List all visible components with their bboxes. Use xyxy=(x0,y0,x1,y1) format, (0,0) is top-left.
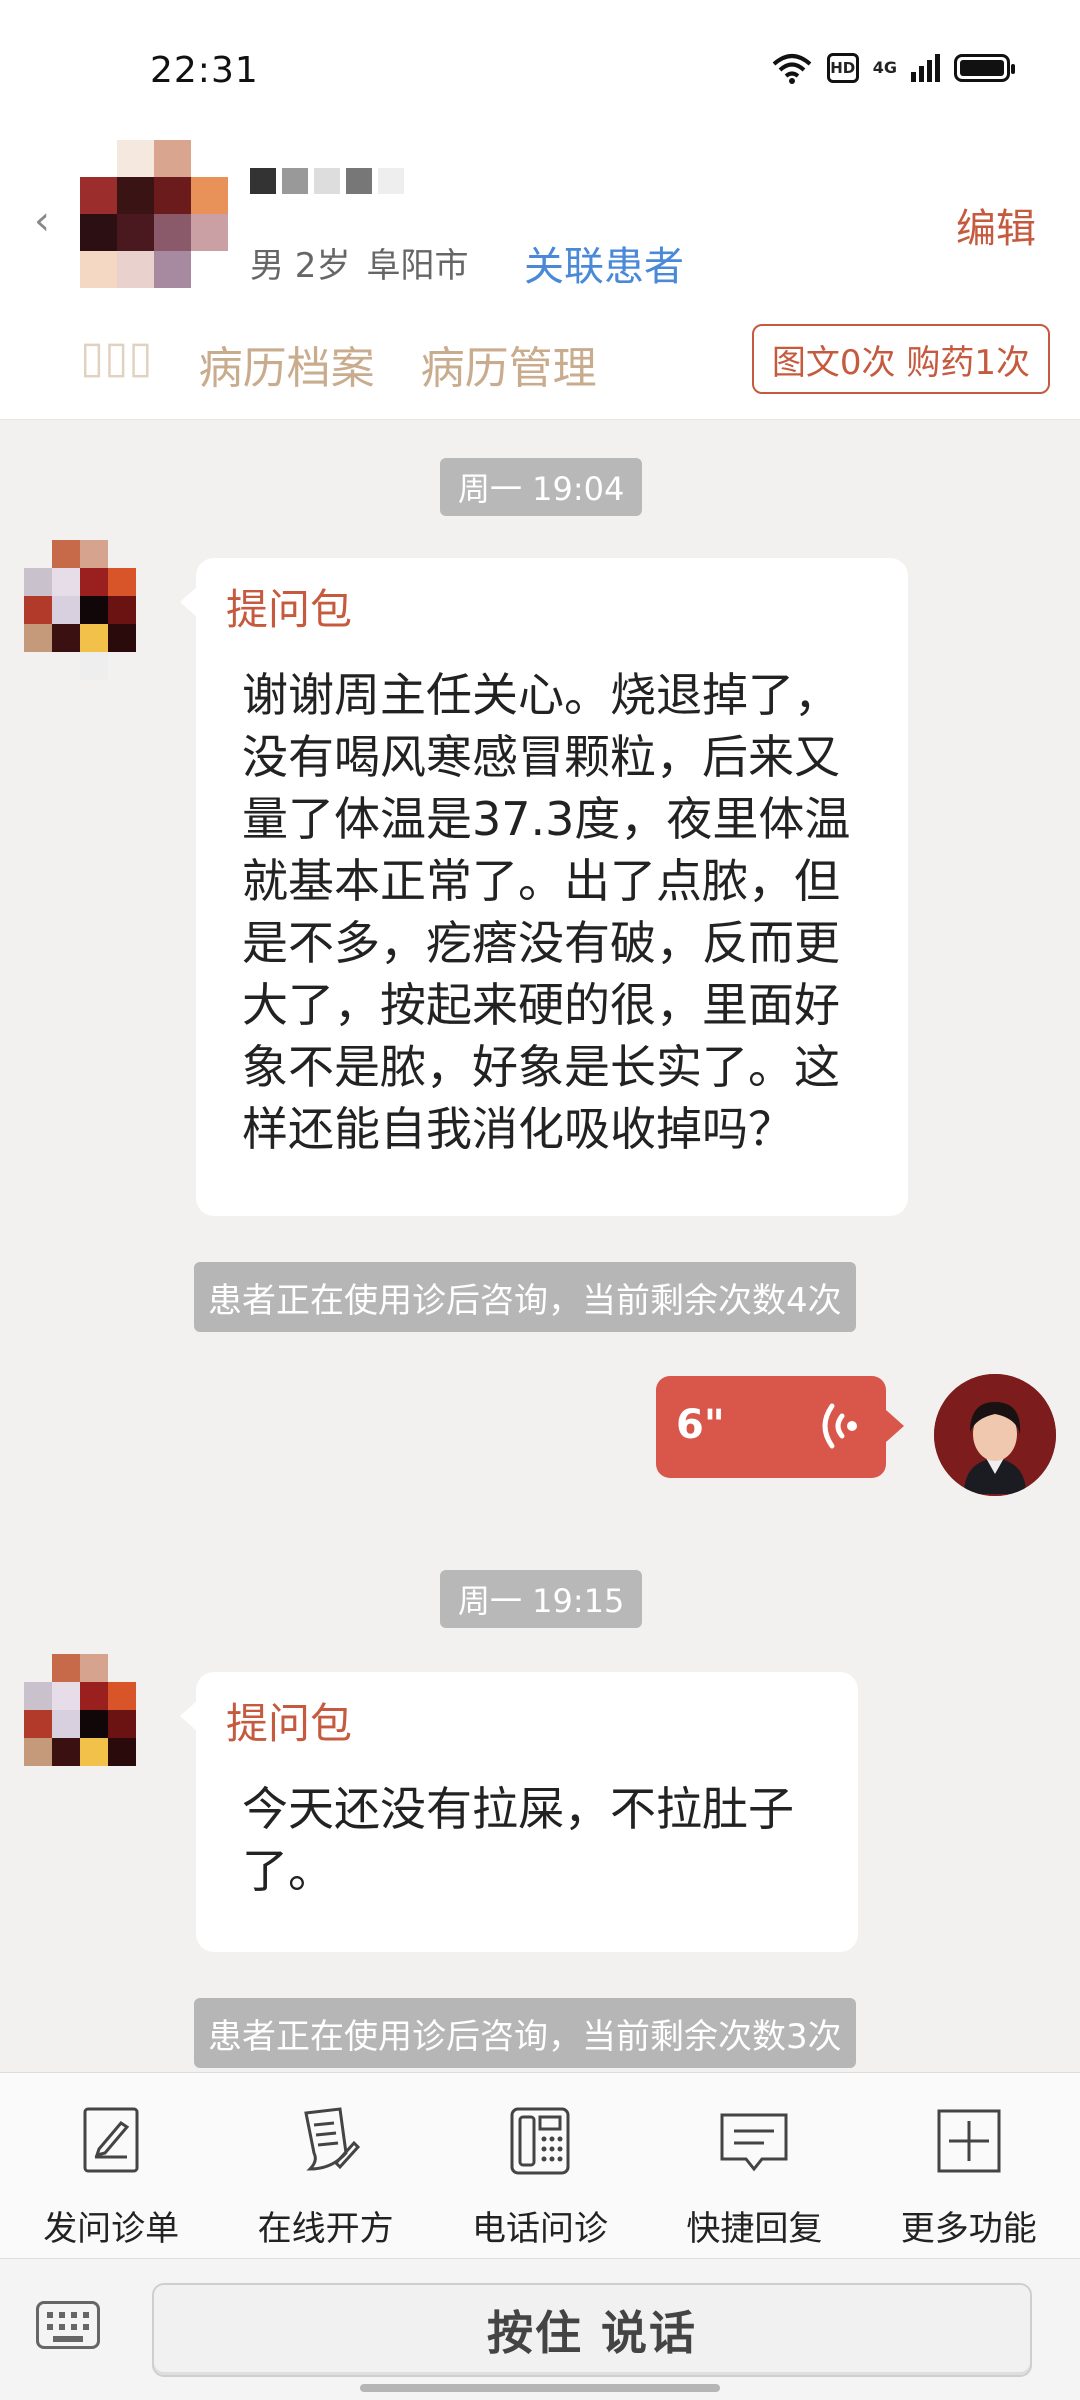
form-icon xyxy=(83,2107,139,2173)
prescription-icon xyxy=(303,2107,360,2171)
patient-chat-avatar[interactable] xyxy=(24,540,138,680)
consult-notice: 患者正在使用诊后咨询，当前剩余次数3次 xyxy=(194,1998,856,2068)
message-text: 今天还没有拉屎，不拉肚子 了。 xyxy=(242,1782,794,1898)
hold-to-talk-button[interactable]: 按住 说话 xyxy=(152,2283,1032,2377)
patient-meta: 男 2岁 阜阳市 xyxy=(250,238,468,287)
edit-button[interactable]: 编辑 xyxy=(956,196,1036,254)
tab-blurred[interactable]: ▯▯▯ xyxy=(80,332,153,396)
status-icons: HD 4G xyxy=(771,52,1015,84)
doctor-avatar[interactable] xyxy=(934,1374,1056,1496)
voice-duration: 6" xyxy=(676,1402,725,1448)
patient-gender-age: 男 2岁 xyxy=(250,246,351,286)
message-bubble[interactable]: 提问包 谢谢周主任关心。烧退掉了， 没有喝风寒感冒颗粒，后来又 量了体温是37.… xyxy=(180,558,908,1216)
tab-records-archive[interactable]: 病历档案 xyxy=(199,332,375,396)
back-arrow-icon[interactable]: ‹ xyxy=(34,198,50,244)
action-toolbar: 发问诊单 在线开方 电话问诊 快捷回复 更多功能 xyxy=(0,2072,1080,2258)
link-patient-button[interactable]: 关联患者 xyxy=(524,234,684,292)
quick-reply-icon xyxy=(720,2113,788,2172)
network-type: 4G xyxy=(872,58,897,77)
quick-reply-button[interactable]: 快捷回复 xyxy=(654,2073,854,2258)
battery-icon xyxy=(954,54,1015,82)
message-text: 谢谢周主任关心。烧退掉了， 没有喝风寒感冒颗粒，后来又 量了体温是37.3度，夜… xyxy=(242,668,851,1156)
message-bubble[interactable]: 提问包 今天还没有拉屎，不拉肚子 了。 xyxy=(180,1672,858,1952)
input-bar: 按住 说话 xyxy=(0,2258,1080,2400)
voice-wave-icon xyxy=(822,1403,857,1449)
patient-city: 阜阳市 xyxy=(366,246,469,286)
header: 22:31 HD 4G ‹ 男 2岁 阜阳市 关联患者 编辑 ▯▯▯ 病历档案 … xyxy=(0,0,1080,420)
keyboard-icon[interactable] xyxy=(36,2301,100,2349)
patient-avatar[interactable] xyxy=(80,140,228,288)
online-prescription-button[interactable]: 在线开方 xyxy=(226,2073,426,2258)
home-indicator[interactable] xyxy=(360,2384,720,2392)
consult-notice: 患者正在使用诊后咨询，当前剩余次数4次 xyxy=(194,1262,856,1332)
wifi-icon xyxy=(772,54,812,84)
plus-icon xyxy=(937,2109,1001,2173)
patient-name-blurred xyxy=(250,168,404,194)
usage-badge[interactable]: 图文0次 购药1次 xyxy=(751,324,1050,394)
hd-icon: HD xyxy=(826,53,859,83)
status-time: 22:31 xyxy=(150,50,259,91)
timestamp: 周一 19:04 xyxy=(440,458,643,516)
signal-icon xyxy=(911,54,940,82)
timestamp: 周一 19:15 xyxy=(440,1570,643,1628)
send-form-button[interactable]: 发问诊单 xyxy=(11,2073,211,2258)
phone-icon xyxy=(510,2107,570,2175)
voice-message[interactable]: 6" xyxy=(656,1376,904,1478)
header-tabs: ▯▯▯ 病历档案 病历管理 xyxy=(80,332,597,396)
more-functions-button[interactable]: 更多功能 xyxy=(869,2073,1069,2258)
question-pack-label: 提问包 xyxy=(226,1699,353,1748)
phone-consult-button[interactable]: 电话问诊 xyxy=(440,2073,640,2258)
question-pack-label: 提问包 xyxy=(226,585,353,634)
tab-records-manage[interactable]: 病历管理 xyxy=(421,332,597,396)
patient-chat-avatar[interactable] xyxy=(24,1654,138,1792)
